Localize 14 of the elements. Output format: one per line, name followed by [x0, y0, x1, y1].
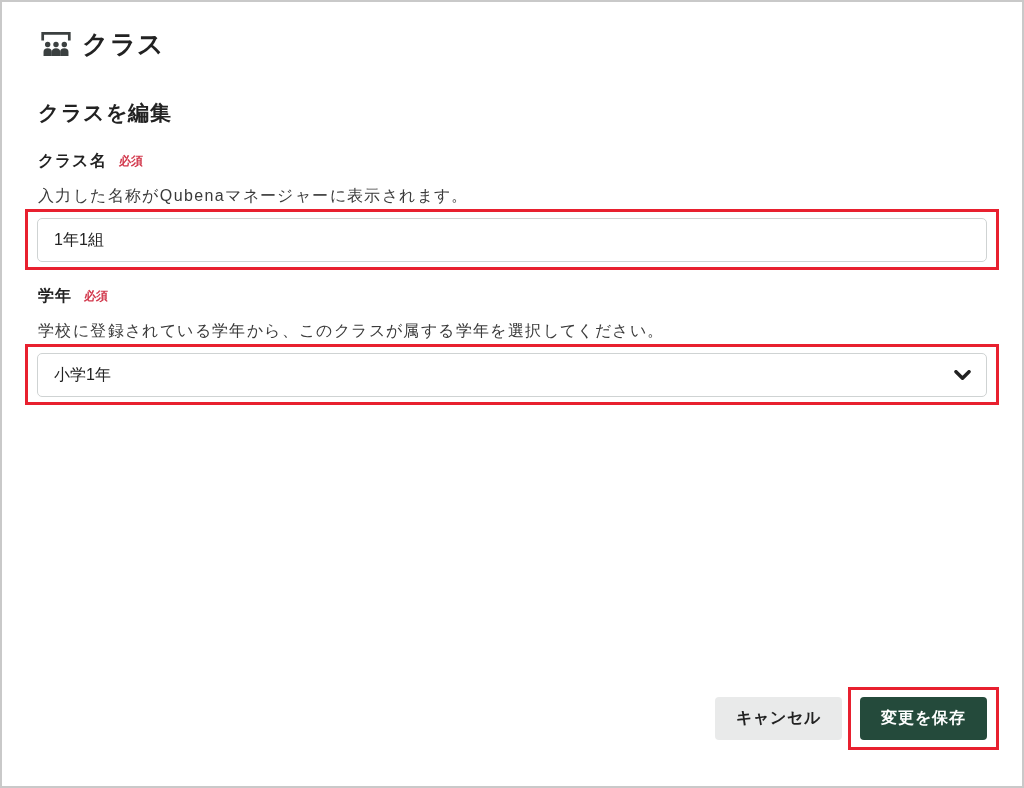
save-button[interactable]: 変更を保存: [860, 697, 987, 740]
field-description: 学校に登録されている学年から、このクラスが属する学年を選択してください。: [38, 321, 665, 341]
field-label: クラス名: [38, 150, 107, 171]
text-input[interactable]: 1年1組: [37, 218, 987, 262]
form-heading: クラスを編集: [38, 100, 171, 126]
cancel-button[interactable]: キャンセル: [715, 697, 842, 740]
chevron-down-icon: [954, 370, 971, 380]
required-label: 必須: [84, 287, 109, 305]
field-description: 入力した名称がQubenaマネージャーに表示されます。: [38, 186, 469, 206]
page-title: クラス: [82, 28, 165, 61]
required-label: 必須: [118, 152, 143, 170]
classroom-icon: [41, 32, 71, 56]
field-label: 学年: [38, 285, 73, 306]
select-field[interactable]: 小学1年: [37, 353, 987, 397]
